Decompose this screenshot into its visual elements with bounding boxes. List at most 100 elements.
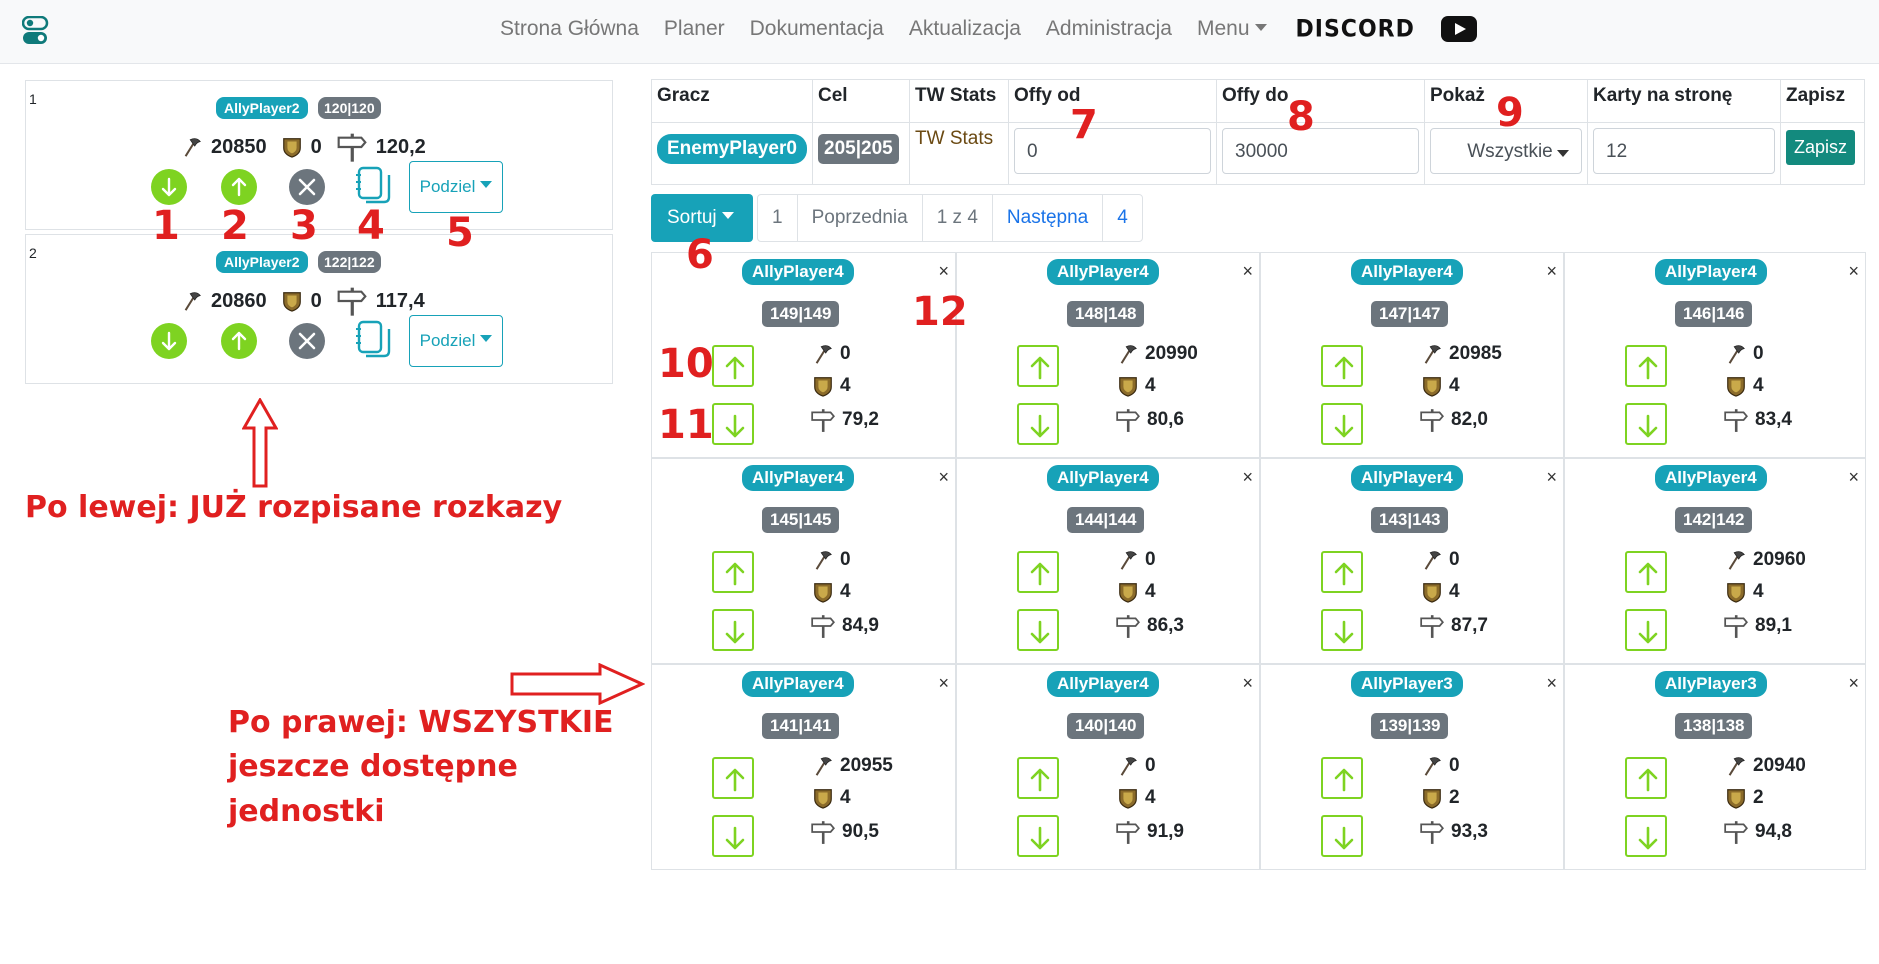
arrow-down-icon xyxy=(714,611,756,653)
close-icon[interactable]: × xyxy=(1242,261,1253,282)
close-icon[interactable]: × xyxy=(938,261,949,282)
axe-count: 0 xyxy=(840,343,851,364)
signpost-icon xyxy=(810,407,836,433)
signpost-icon xyxy=(336,131,368,163)
move-up-button[interactable] xyxy=(221,323,257,359)
offy-od-input[interactable]: 0 xyxy=(1014,128,1211,174)
add-above-button[interactable] xyxy=(1625,757,1667,799)
add-above-button[interactable] xyxy=(1321,757,1363,799)
page-last[interactable]: 4 xyxy=(1102,195,1142,241)
close-icon[interactable]: × xyxy=(1546,467,1557,488)
close-icon[interactable]: × xyxy=(1848,261,1859,282)
close-icon[interactable]: × xyxy=(1848,467,1859,488)
chevron-down-icon xyxy=(1557,150,1569,157)
signpost-icon xyxy=(1419,819,1445,845)
shield-icon xyxy=(1421,375,1443,397)
page-prev[interactable]: Poprzednia xyxy=(796,195,922,241)
remove-button[interactable] xyxy=(289,169,325,205)
close-icon[interactable]: × xyxy=(1242,673,1253,694)
coord-badge: 148|148 xyxy=(1067,301,1145,327)
axe-stat: 20985 xyxy=(1421,343,1502,365)
twstats-link[interactable]: TW Stats xyxy=(915,128,993,149)
add-below-button[interactable] xyxy=(712,403,754,445)
add-above-button[interactable] xyxy=(1017,551,1059,593)
move-down-button[interactable] xyxy=(151,323,187,359)
add-below-button[interactable] xyxy=(712,609,754,651)
nav-admin[interactable]: Administracja xyxy=(1046,17,1172,41)
add-below-button[interactable] xyxy=(1321,609,1363,651)
split-dropdown-button[interactable]: Podziel xyxy=(409,315,503,367)
coord-badge: 138|138 xyxy=(1675,713,1753,739)
add-below-button[interactable] xyxy=(1321,815,1363,857)
shield-stat: 4 xyxy=(1117,375,1156,397)
add-below-button[interactable] xyxy=(712,815,754,857)
shield-count: 4 xyxy=(1449,375,1460,396)
distance-stat: 93,3 xyxy=(1419,819,1488,845)
add-below-button[interactable] xyxy=(1017,815,1059,857)
nav-menu-dropdown[interactable]: Menu xyxy=(1197,17,1267,41)
axe-icon xyxy=(1421,549,1443,571)
arrow-down-icon xyxy=(1019,405,1061,447)
arrow-up-icon xyxy=(1323,759,1365,801)
add-above-button[interactable] xyxy=(1017,345,1059,387)
add-below-button[interactable] xyxy=(1625,815,1667,857)
coord-badge: 141|141 xyxy=(762,713,840,739)
discord-link[interactable]: DISCORD xyxy=(1296,15,1415,43)
close-icon[interactable]: × xyxy=(938,673,949,694)
arrow-up-icon xyxy=(1019,553,1061,595)
add-above-button[interactable] xyxy=(1321,551,1363,593)
offy-do-input[interactable]: 30000 xyxy=(1222,128,1419,174)
add-above-button[interactable] xyxy=(712,345,754,387)
close-icon[interactable]: × xyxy=(1546,673,1557,694)
add-above-button[interactable] xyxy=(1625,551,1667,593)
nav-planner[interactable]: Planer xyxy=(664,17,725,41)
nav-docs[interactable]: Dokumentacja xyxy=(750,17,884,41)
close-icon[interactable]: × xyxy=(1546,261,1557,282)
close-icon[interactable]: × xyxy=(1848,673,1859,694)
coord-badge: 120|120 xyxy=(318,97,381,119)
add-above-button[interactable] xyxy=(712,551,754,593)
logo-toggle-icon[interactable] xyxy=(22,16,50,46)
move-down-button[interactable] xyxy=(151,169,187,205)
add-above-button[interactable] xyxy=(1625,345,1667,387)
move-up-button[interactable] xyxy=(221,169,257,205)
remove-button[interactable] xyxy=(289,323,325,359)
add-below-button[interactable] xyxy=(1017,403,1059,445)
split-dropdown-button[interactable]: Podziel xyxy=(409,161,503,213)
close-icon[interactable]: × xyxy=(1242,467,1253,488)
close-icon[interactable]: × xyxy=(938,467,949,488)
add-below-button[interactable] xyxy=(1017,609,1059,651)
page-next[interactable]: Następna xyxy=(991,195,1102,241)
player-badge: AllyPlayer4 xyxy=(742,465,854,491)
annotation-number: 12 xyxy=(912,289,968,335)
add-below-button[interactable] xyxy=(1625,403,1667,445)
shield-icon xyxy=(1725,581,1747,603)
add-below-button[interactable] xyxy=(1321,403,1363,445)
nav-home[interactable]: Strona Główna xyxy=(500,17,639,41)
copy-button[interactable] xyxy=(356,319,392,359)
distance-stat: 94,8 xyxy=(1723,819,1792,845)
youtube-icon[interactable] xyxy=(1440,16,1477,42)
copy-button[interactable] xyxy=(356,165,392,205)
save-button[interactable]: Zapisz xyxy=(1786,130,1856,165)
annotation-number: 7 xyxy=(1070,102,1098,148)
axe-icon xyxy=(812,755,834,777)
add-above-button[interactable] xyxy=(712,757,754,799)
nav-updates[interactable]: Aktualizacja xyxy=(909,17,1021,41)
axe-stat: 0 xyxy=(812,343,851,365)
page-first[interactable]: 1 xyxy=(758,195,797,241)
per-page-input[interactable]: 12 xyxy=(1593,128,1775,174)
axe-icon xyxy=(1725,549,1747,571)
axe-count: 20850 xyxy=(211,135,267,158)
signpost-icon xyxy=(1115,613,1141,639)
arrow-up-icon xyxy=(714,759,756,801)
add-above-button[interactable] xyxy=(1321,345,1363,387)
add-below-button[interactable] xyxy=(1625,609,1667,651)
shield-count: 4 xyxy=(1145,581,1156,602)
axe-count: 20955 xyxy=(840,755,893,776)
order-stats: 20850 0 120,2 xyxy=(181,131,440,163)
arrow-right-annotation-icon xyxy=(510,663,645,705)
axe-icon xyxy=(1725,755,1747,777)
add-above-button[interactable] xyxy=(1017,757,1059,799)
distance: 82,0 xyxy=(1451,409,1488,430)
